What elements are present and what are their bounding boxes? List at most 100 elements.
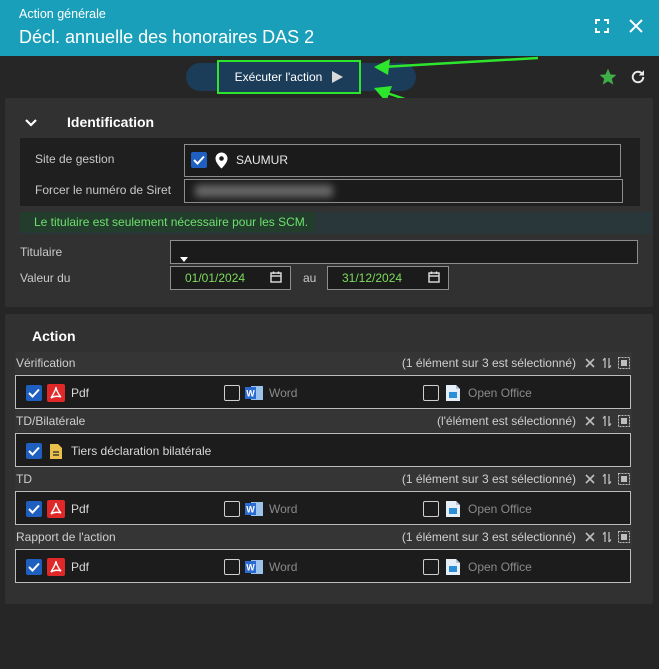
- sort-icon[interactable]: [601, 357, 613, 369]
- action-group-status: (1 élément sur 3 est sélectionné): [401, 530, 576, 544]
- action-group-status: (1 élément sur 3 est sélectionné): [401, 356, 576, 370]
- action-group-status: (l'élément est sélectionné): [436, 414, 576, 428]
- identification-panel: Identification Site de gestion SAUMUR Fo…: [5, 98, 653, 307]
- select-all-icon[interactable]: [618, 473, 630, 485]
- action-option[interactable]: W Word: [224, 500, 297, 518]
- action-option[interactable]: Tiers déclaration bilatérale: [26, 442, 211, 460]
- sort-icon[interactable]: [601, 415, 613, 427]
- site-field[interactable]: SAUMUR: [184, 144, 621, 177]
- execute-action-button[interactable]: Exécuter l'action: [217, 60, 361, 94]
- option-checkbox[interactable]: [224, 559, 240, 575]
- word-icon: W: [245, 558, 263, 576]
- chevron-down-icon[interactable]: [25, 115, 37, 133]
- option-checkbox[interactable]: [224, 385, 240, 401]
- calendar-icon[interactable]: [428, 271, 440, 286]
- date-from-input[interactable]: 01/01/2024: [170, 266, 291, 290]
- action-option[interactable]: W Word: [224, 558, 297, 576]
- option-label: Tiers déclaration bilatérale: [71, 444, 212, 458]
- action-option[interactable]: Open Office: [423, 558, 532, 576]
- option-label: Open Office: [468, 386, 532, 400]
- option-label: Open Office: [468, 502, 532, 516]
- option-checkbox[interactable]: [26, 501, 42, 517]
- select-all-icon[interactable]: [618, 531, 630, 543]
- action-option[interactable]: W Word: [224, 384, 297, 402]
- select-all-icon[interactable]: [618, 357, 630, 369]
- option-label: Word: [269, 386, 298, 400]
- option-label: Word: [269, 560, 298, 574]
- word-icon: W: [245, 384, 263, 402]
- star-icon[interactable]: [597, 66, 619, 88]
- titulaire-note: Le titulaire est seulement nécessaire po…: [20, 212, 652, 234]
- option-label: Word: [269, 502, 298, 516]
- open-office-icon: [444, 500, 462, 518]
- option-checkbox[interactable]: [423, 385, 439, 401]
- refresh-icon[interactable]: [627, 66, 649, 88]
- action-option[interactable]: Pdf: [26, 558, 89, 576]
- close-icon[interactable]: [625, 15, 647, 37]
- option-label: Pdf: [71, 502, 90, 516]
- option-checkbox[interactable]: [26, 443, 42, 459]
- svg-text:W: W: [246, 389, 255, 399]
- titulaire-select[interactable]: [170, 240, 638, 264]
- option-label: Pdf: [71, 386, 90, 400]
- au-label: au: [303, 271, 317, 285]
- siret-redacted: [195, 185, 333, 197]
- window-subtitle: Action générale: [19, 7, 106, 21]
- svg-text:W: W: [246, 505, 255, 515]
- action-group-name: Vérification: [16, 356, 76, 370]
- action-group-name: Rapport de l'action: [16, 530, 116, 544]
- document-icon: [47, 442, 65, 460]
- siret-label: Forcer le numéro de Siret: [35, 183, 172, 197]
- open-office-icon: [444, 384, 462, 402]
- location-pin-icon: [215, 152, 228, 174]
- site-checkbox[interactable]: [191, 152, 207, 168]
- fullscreen-icon[interactable]: [591, 15, 613, 37]
- action-title: Action: [32, 328, 76, 344]
- action-group-header: Rapport de l'action (1 élément sur 3 est …: [15, 526, 632, 548]
- date-to-input[interactable]: 31/12/2024: [327, 266, 449, 290]
- clear-icon[interactable]: [584, 473, 596, 485]
- action-option[interactable]: Open Office: [423, 500, 532, 518]
- sort-icon[interactable]: [601, 531, 613, 543]
- select-all-icon[interactable]: [618, 415, 630, 427]
- option-checkbox[interactable]: [224, 501, 240, 517]
- identification-title: Identification: [67, 114, 155, 130]
- action-option[interactable]: Pdf: [26, 384, 89, 402]
- valeur-label: Valeur du: [20, 271, 71, 285]
- option-checkbox[interactable]: [423, 501, 439, 517]
- action-group-options: Pdf W Word Open Office: [15, 375, 631, 409]
- action-group-options: Pdf W Word Open Office: [15, 491, 631, 525]
- option-checkbox[interactable]: [423, 559, 439, 575]
- siret-input[interactable]: [184, 179, 623, 203]
- window-title: Décl. annuelle des honoraires DAS 2: [19, 27, 315, 47]
- site-value: SAUMUR: [236, 153, 289, 167]
- clear-icon[interactable]: [584, 531, 596, 543]
- action-option[interactable]: Pdf: [26, 500, 89, 518]
- window-header: Action générale Décl. annuelle des honor…: [0, 0, 659, 56]
- word-icon: W: [245, 500, 263, 518]
- caret-down-icon: [180, 249, 188, 267]
- action-group-options: Pdf W Word Open Office: [15, 549, 631, 583]
- calendar-icon[interactable]: [270, 271, 282, 286]
- action-group-options: Tiers déclaration bilatérale: [15, 433, 631, 467]
- site-label: Site de gestion: [35, 152, 115, 166]
- clear-icon[interactable]: [584, 415, 596, 427]
- action-group-header: Vérification (1 élément sur 3 est sélecti…: [15, 352, 632, 374]
- svg-text:W: W: [246, 563, 255, 573]
- option-checkbox[interactable]: [26, 559, 42, 575]
- date-to-value: 31/12/2024: [342, 271, 403, 285]
- pdf-icon: [47, 384, 65, 402]
- open-office-icon: [444, 558, 462, 576]
- play-icon: [332, 71, 344, 83]
- option-checkbox[interactable]: [26, 385, 42, 401]
- clear-icon[interactable]: [584, 357, 596, 369]
- action-group-header: TD (1 élément sur 3 est sélectionné): [15, 468, 632, 490]
- action-group-name: TD: [16, 472, 32, 486]
- action-group-header: TD/Bilatérale (l'élément est sélectionné): [15, 410, 632, 432]
- option-label: Pdf: [71, 560, 90, 574]
- titulaire-label: Titulaire: [20, 245, 63, 259]
- action-group-name: TD/Bilatérale: [16, 414, 86, 428]
- sort-icon[interactable]: [601, 473, 613, 485]
- action-option[interactable]: Open Office: [423, 384, 532, 402]
- option-label: Open Office: [468, 560, 532, 574]
